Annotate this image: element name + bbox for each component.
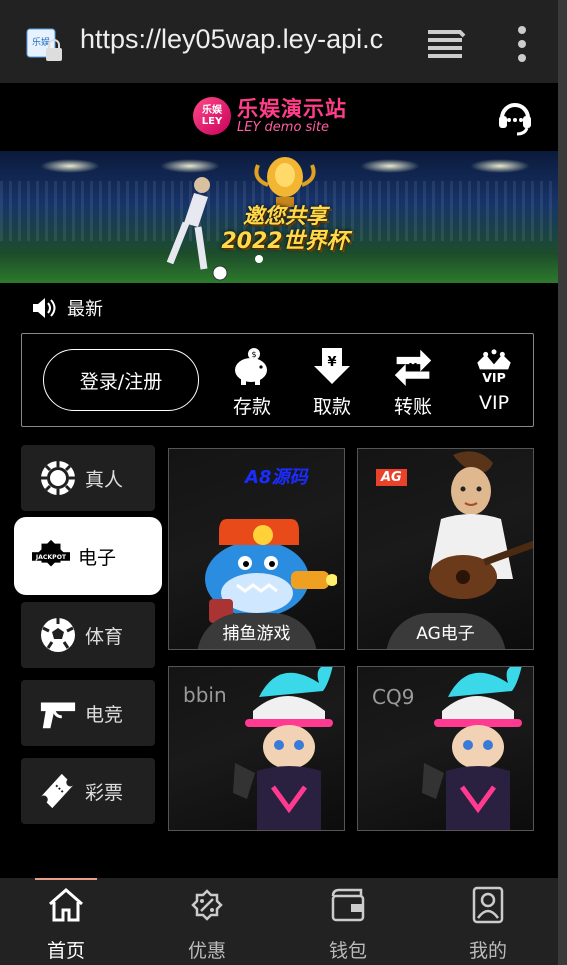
svg-text:VIP: VIP [482,370,506,385]
svg-text:¥: ¥ [327,355,336,370]
nav-wallet[interactable]: 钱包 [298,878,398,965]
withdraw-label: 取款 [312,396,351,418]
withdraw-button[interactable]: ¥ 取款 [302,346,362,419]
sidebar-item-lottery[interactable]: 彩票 [21,758,155,824]
sidebar-item-slots[interactable]: JACKPOT 电子 [14,517,162,595]
nav-home[interactable]: 首页 [16,878,116,965]
game-brand: CQ9 [372,685,415,709]
site-header: 乐娱 LEY 乐娱演示站 LEY demo site [0,83,558,151]
shark-character-image [205,519,337,623]
casino-chip-icon [41,461,75,495]
game-caption: AG电子 [416,623,475,644]
jackpot-icon: JACKPOT [32,539,70,567]
game-card-ag[interactable]: AG AG电子 [357,448,534,650]
speaker-icon [33,298,56,318]
svg-text:$: $ [251,350,256,359]
marquee-label: 最新 [67,299,103,320]
deposit-button[interactable]: $ 存款 [222,346,282,419]
account-actions-panel: 登录/注册 $ 存款 ¥ 取款 ¥ 转账 VIP VIP [21,333,534,427]
promo-banner[interactable]: 邀您共享 2022世界杯 [0,151,558,283]
sidebar-item-label: 电竞 [85,703,124,726]
nav-label: 我的 [468,940,507,962]
transfer-button[interactable]: ¥ 转账 [383,346,443,419]
nav-label: 钱包 [328,940,367,962]
svg-text:JACKPOT: JACKPOT [35,554,67,561]
transfer-label: 转账 [393,396,432,418]
nav-label: 优惠 [187,940,226,962]
headset-icon[interactable] [496,98,534,136]
deposit-label: 存款 [232,396,271,418]
game-card-bbin[interactable]: bbin [168,666,345,831]
nav-profile[interactable]: 我的 [438,878,538,965]
browser-toolbar: 乐娱 https://ley05wap.ley-api.c [0,0,567,83]
piggy-bank-icon: $ [235,348,267,385]
ticket-icon [40,773,74,809]
sidebar-item-esports[interactable]: 电竞 [21,680,155,746]
game-caption: 捕鱼游戏 [222,623,291,644]
tabs-icon[interactable] [426,26,466,58]
carousel-indicator[interactable] [255,255,263,263]
site-favicon: 乐娱 [26,28,66,64]
cartoon-boy-character-image [233,667,333,830]
guitarist-character-image [429,451,533,599]
svg-text:乐娱: 乐娱 [32,36,50,48]
stadium-light [470,159,530,173]
sidebar-item-sports[interactable]: 体育 [21,602,155,668]
news-marquee[interactable]: 最新 [31,294,103,322]
withdraw-icon: ¥ [314,348,350,384]
profile-icon [472,886,504,924]
gun-icon [40,702,76,729]
game-brand: AG [376,469,407,486]
sidebar-item-label: 体育 [85,625,124,648]
sidebar-item-label: 电子 [78,546,117,569]
sidebar-item-label: 真人 [85,468,124,491]
login-register-button[interactable]: 登录/注册 [43,349,199,411]
discount-icon [191,889,223,921]
sidebar-item-label: 彩票 [85,781,124,804]
home-icon [49,888,83,922]
logo-subtitle: LEY demo site [237,120,330,135]
bottom-navigation: 首页 优惠 钱包 我的 [0,878,558,965]
game-brand: A8源码 [245,467,308,488]
site-logo[interactable]: 乐娱 LEY 乐娱演示站 LEY demo site [193,97,347,135]
nav-promotions[interactable]: 优惠 [157,878,257,965]
game-card-cq9[interactable]: CQ9 [357,666,534,831]
svg-text:¥: ¥ [409,360,418,374]
stadium-light [40,159,100,173]
vip-button[interactable]: VIP VIP [464,346,524,414]
logo-badge: 乐娱 LEY [193,97,231,135]
sidebar-item-live-casino[interactable]: 真人 [21,445,155,511]
scrollbar[interactable] [558,0,567,965]
overflow-menu-icon[interactable] [510,24,534,64]
transfer-icon: ¥ [394,349,432,386]
game-brand: bbin [183,683,227,707]
crown-icon: VIP [477,349,511,385]
logo-title: 乐娱演示站 [237,97,347,121]
vip-label: VIP [478,392,510,414]
cartoon-boy-character-image [422,667,522,830]
soccer-ball-icon [41,618,75,652]
address-bar[interactable]: https://ley05wap.ley-api.c [80,24,396,55]
banner-headline: 邀您共享 2022世界杯 [221,204,349,254]
wallet-icon [331,888,365,922]
stadium-light [360,159,420,173]
nav-label: 首页 [46,940,85,962]
game-card-fishing[interactable]: A8源码 捕鱼游戏 [168,448,345,650]
